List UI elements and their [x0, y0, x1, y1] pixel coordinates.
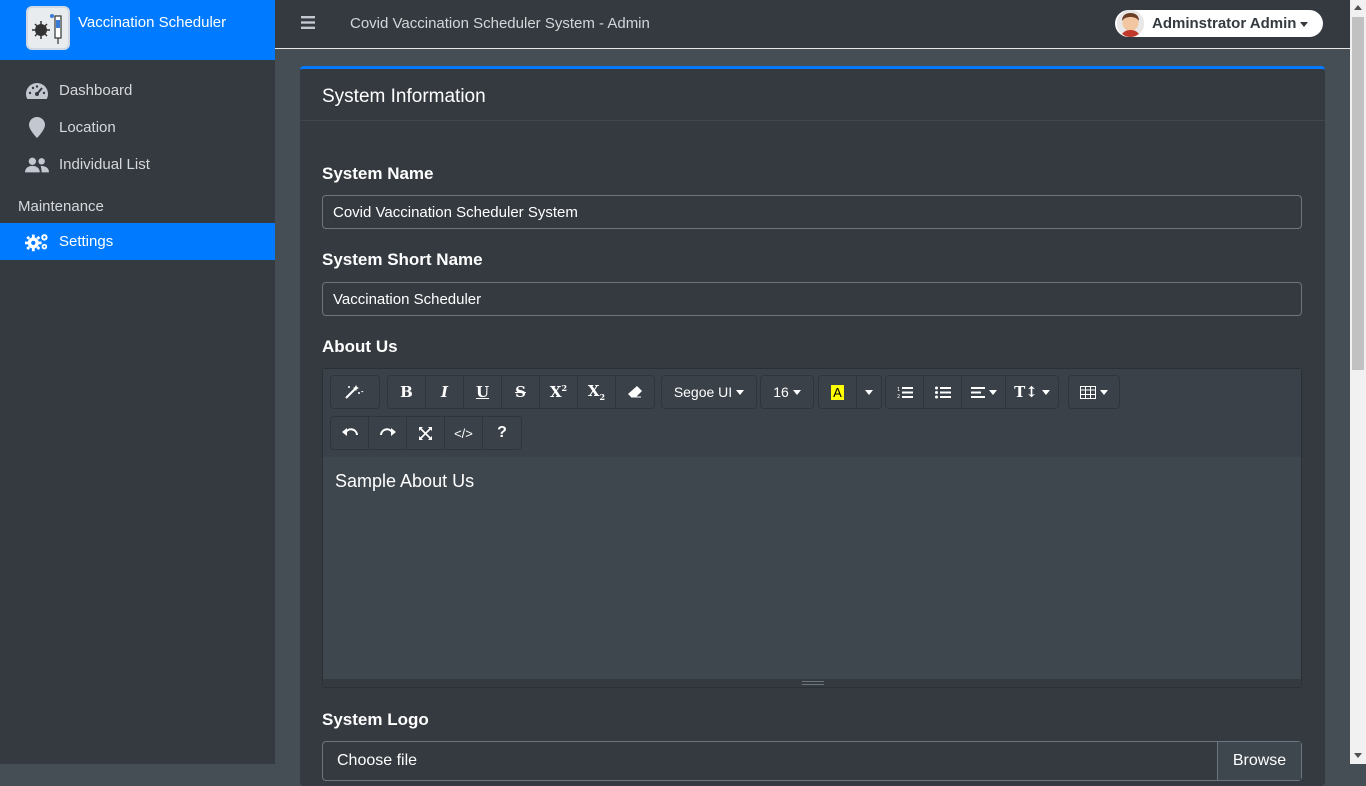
- bold-button[interactable]: B: [388, 376, 426, 408]
- caret-down-icon: [1300, 21, 1309, 27]
- font-style-group: B I U S X2 X2: [387, 375, 655, 409]
- help-icon[interactable]: ?: [483, 417, 521, 449]
- system-logo-file-input[interactable]: Choose file Browse: [322, 741, 1302, 781]
- system-name-label: System Name: [322, 164, 434, 183]
- subscript-button[interactable]: X2: [578, 376, 616, 408]
- underline-button[interactable]: U: [464, 376, 502, 408]
- strikethrough-button[interactable]: S: [502, 376, 540, 408]
- system-short-name-label: System Short Name: [322, 250, 483, 269]
- caret-down-icon: [865, 389, 873, 395]
- editor-resize-handle[interactable]: [323, 679, 1301, 687]
- file-input-placeholder: Choose file: [337, 752, 418, 769]
- svg-text:2: 2: [897, 394, 900, 399]
- table-dropdown[interactable]: [1069, 376, 1119, 408]
- vaccine-logo-icon: [26, 6, 70, 50]
- superscript-button[interactable]: X2: [540, 376, 578, 408]
- sidebar-item-settings[interactable]: Settings: [0, 223, 275, 260]
- caret-down-icon: [1041, 389, 1050, 395]
- history-group: </> ?: [330, 416, 522, 450]
- magic-style-button[interactable]: [331, 376, 379, 408]
- redo-icon[interactable]: [369, 417, 407, 449]
- scrollbar-thumb[interactable]: [1352, 17, 1364, 370]
- card-header: System Information: [300, 69, 1325, 121]
- fullscreen-icon[interactable]: [407, 417, 445, 449]
- scroll-up-arrow-icon[interactable]: [1354, 5, 1362, 10]
- highlight-color-button[interactable]: A: [819, 376, 857, 408]
- editor-content-area[interactable]: Sample About Us: [323, 457, 1301, 679]
- map-marker-icon: [25, 117, 49, 138]
- users-icon: [25, 155, 49, 175]
- sidebar-item-label: Location: [59, 119, 116, 136]
- grip-icon: [802, 681, 824, 685]
- unordered-list-icon[interactable]: [924, 376, 962, 408]
- gears-icon: [25, 232, 49, 252]
- system-logo-label: System Logo: [322, 710, 429, 729]
- font-size-value: 16: [773, 384, 789, 400]
- undo-icon[interactable]: [331, 417, 369, 449]
- rich-text-editor: B I U S X2 X2 Segoe UI 16 A 12 T↕ </> ? …: [322, 368, 1302, 688]
- system-name-input[interactable]: Covid Vaccination Scheduler System: [322, 195, 1302, 229]
- sidebar-item-label: Dashboard: [59, 82, 133, 99]
- code-view-icon[interactable]: </>: [445, 417, 483, 449]
- svg-text:1: 1: [897, 387, 900, 393]
- system-short-name-input[interactable]: Vaccination Scheduler: [322, 282, 1302, 316]
- caret-down-icon: [988, 389, 997, 395]
- top-navbar: Covid Vaccination Scheduler System - Adm…: [275, 0, 1350, 49]
- caret-down-icon: [736, 389, 745, 395]
- page-scrollbar[interactable]: [1350, 0, 1366, 764]
- ordered-list-icon[interactable]: 12: [886, 376, 924, 408]
- card-title: System Information: [322, 86, 486, 107]
- sidebar-item-label: Settings: [59, 233, 114, 250]
- user-name: Adminstrator Admin: [1152, 15, 1309, 32]
- brand-link[interactable]: Vaccination Scheduler: [0, 0, 275, 60]
- sidebar-item-label: Individual List: [59, 156, 150, 173]
- editor-content-text: Sample About Us: [335, 471, 475, 491]
- font-name-dropdown[interactable]: Segoe UI: [661, 375, 757, 409]
- hamburger-menu-icon[interactable]: [301, 16, 315, 29]
- brand-title: Vaccination Scheduler: [78, 14, 227, 31]
- eraser-icon[interactable]: [616, 376, 654, 408]
- font-name-value: Segoe UI: [673, 384, 733, 400]
- sidebar: Vaccination Scheduler Dashboard Location…: [0, 0, 275, 764]
- page-title: Covid Vaccination Scheduler System - Adm…: [350, 15, 650, 32]
- caret-down-icon: [792, 389, 801, 395]
- avatar: [1117, 10, 1144, 37]
- sidebar-item-dashboard[interactable]: Dashboard: [0, 72, 275, 109]
- color-dropdown-toggle[interactable]: [857, 376, 881, 408]
- sidebar-section-header: Maintenance: [18, 198, 104, 215]
- italic-button[interactable]: I: [426, 376, 464, 408]
- caret-down-icon: [1100, 389, 1108, 395]
- paragraph-group: 12 T↕: [885, 375, 1059, 409]
- style-group: [330, 375, 380, 409]
- browse-button[interactable]: Browse: [1217, 742, 1301, 780]
- font-size-dropdown[interactable]: 16: [760, 375, 814, 409]
- editor-toolbar: B I U S X2 X2 Segoe UI 16 A 12 T↕ </> ?: [323, 369, 1301, 457]
- sidebar-item-location[interactable]: Location: [0, 109, 275, 146]
- highlight-letter: A: [831, 384, 844, 400]
- tachometer-icon: [25, 81, 49, 101]
- table-group: [1068, 375, 1120, 409]
- align-dropdown[interactable]: [962, 376, 1006, 408]
- about-us-label: About Us: [322, 337, 398, 356]
- color-group: A: [818, 375, 882, 409]
- user-menu-button[interactable]: Adminstrator Admin: [1115, 10, 1323, 37]
- scroll-down-arrow-icon[interactable]: [1354, 753, 1362, 758]
- sidebar-item-individual-list[interactable]: Individual List: [0, 146, 275, 183]
- line-height-dropdown[interactable]: T↕: [1006, 376, 1058, 408]
